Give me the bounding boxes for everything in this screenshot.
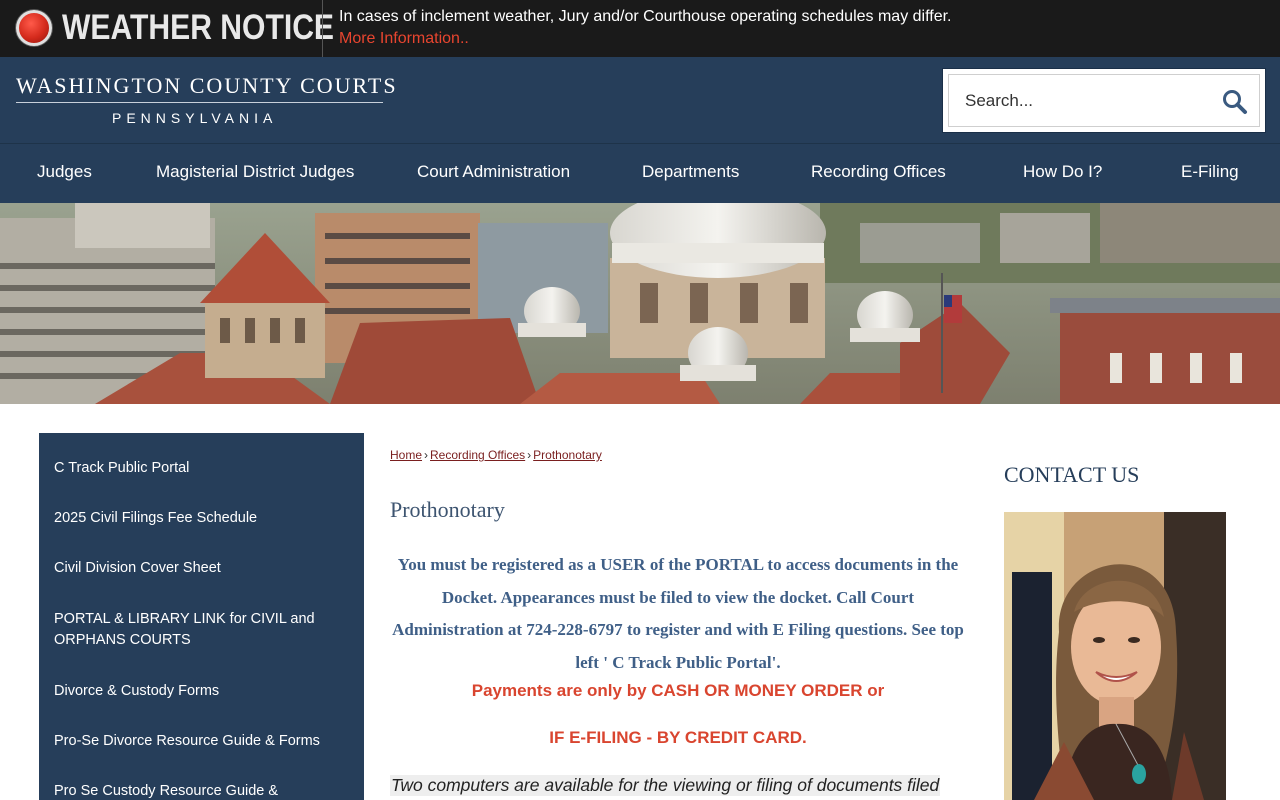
nav-item-how-do-i[interactable]: How Do I?	[1023, 144, 1102, 204]
logo-rule	[16, 102, 383, 103]
hero-courthouse-image	[0, 203, 1280, 404]
notice-divider	[322, 0, 323, 57]
breadcrumb-prothonotary[interactable]: Prothonotary	[533, 448, 602, 462]
site-logo-subtitle[interactable]: PENNSYLVANIA	[112, 110, 277, 126]
nav-item-judges[interactable]: Judges	[37, 144, 92, 204]
sidebar-item-divorce-custody-forms[interactable]: Divorce & Custody Forms	[54, 681, 344, 702]
payment-notice-line-2: IF E-FILING - BY CREDIT CARD.	[549, 728, 807, 747]
payment-notice-line-1: Payments are only by CASH OR MONEY ORDER…	[471, 681, 885, 700]
search-icon[interactable]	[1221, 88, 1249, 116]
weather-notice-title: WEATHER NOTICE	[62, 8, 335, 47]
breadcrumb: Home › Recording Offices › Prothonotary	[390, 448, 602, 462]
contact-us-heading: CONTACT US	[1004, 462, 1140, 487]
sidebar-item-civil-filings-fee-schedule[interactable]: 2025 Civil Filings Fee Schedule	[54, 508, 344, 529]
nav-item-recording-offices[interactable]: Recording Offices	[811, 144, 946, 204]
sidebar-item-civil-division-cover-sheet[interactable]: Civil Division Cover Sheet	[54, 558, 344, 579]
computers-available-text: Two computers are available for the view…	[390, 775, 941, 796]
sidebar-item-pro-se-custody-guide[interactable]: Pro Se Custody Resource Guide &	[54, 781, 344, 800]
site-header: WASHINGTON COUNTY COURTS PENNSYLVANIA	[0, 57, 1280, 143]
sidebar-item-c-track-public-portal[interactable]: C Track Public Portal	[54, 458, 344, 479]
portal-registration-notice: You must be registered as a USER of the …	[392, 555, 964, 672]
search-box	[942, 68, 1266, 133]
more-information-link[interactable]: More Information..	[339, 30, 469, 48]
main-nav: Judges Magisterial District Judges Court…	[0, 143, 1280, 203]
nav-item-magisterial-district-judges[interactable]: Magisterial District Judges	[156, 144, 354, 204]
sidebar-nav: C Track Public Portal 2025 Civil Filings…	[39, 433, 364, 800]
weather-notice-text: In cases of inclement weather, Jury and/…	[339, 8, 952, 25]
nav-item-departments[interactable]: Departments	[642, 144, 739, 204]
breadcrumb-home[interactable]: Home	[390, 448, 422, 462]
breadcrumb-recording-offices[interactable]: Recording Offices	[430, 448, 525, 462]
alert-icon	[16, 10, 52, 46]
weather-notice-bar: WEATHER NOTICE In cases of inclement wea…	[0, 0, 1280, 57]
breadcrumb-separator: ›	[527, 448, 532, 462]
search-field-wrapper	[948, 74, 1260, 127]
page-title: Prothonotary	[390, 497, 505, 522]
site-logo-title[interactable]: WASHINGTON COUNTY COURTS	[16, 73, 398, 99]
search-input[interactable]	[965, 89, 1195, 113]
nav-item-court-administration[interactable]: Court Administration	[417, 144, 570, 204]
contact-person-photo	[1004, 512, 1226, 800]
sidebar-item-portal-library-link[interactable]: PORTAL & LIBRARY LINK for CIVIL and ORPH…	[54, 609, 344, 651]
nav-item-e-filing[interactable]: E-Filing	[1181, 144, 1239, 204]
sidebar-item-pro-se-divorce-guide[interactable]: Pro-Se Divorce Resource Guide & Forms	[54, 731, 344, 752]
breadcrumb-separator: ›	[424, 448, 429, 462]
